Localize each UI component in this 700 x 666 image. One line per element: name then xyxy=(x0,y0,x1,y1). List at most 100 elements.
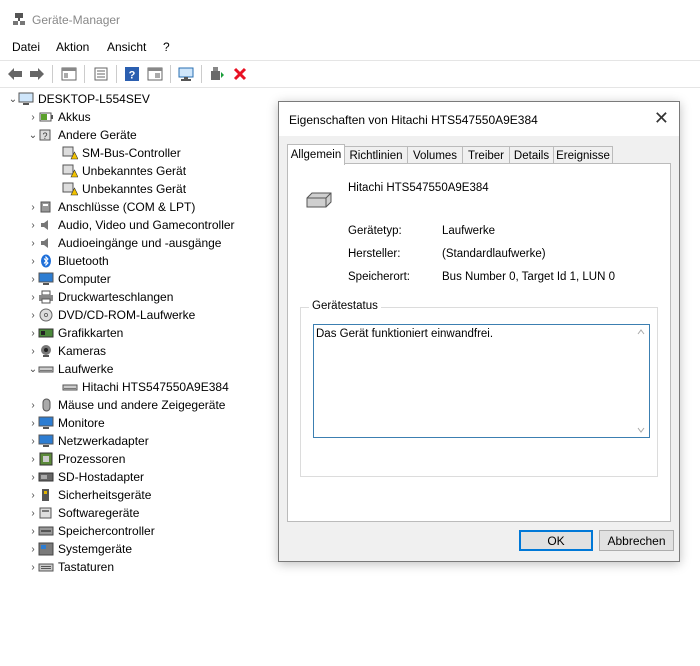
chevron-right-icon[interactable]: › xyxy=(28,490,38,501)
chevron-right-icon[interactable]: › xyxy=(28,418,38,429)
chevron-right-icon[interactable]: › xyxy=(28,436,38,447)
chevron-right-icon[interactable]: › xyxy=(28,508,38,519)
dialog-title-bar: Eigenschaften von Hitachi HTS547550A9E38… xyxy=(279,102,679,136)
prop-label-geraetetyp: Gerätetyp: xyxy=(348,225,402,237)
toolbar-separator xyxy=(52,65,53,83)
warning-device-icon xyxy=(62,164,78,178)
chevron-right-icon[interactable]: › xyxy=(28,454,38,465)
prop-value-hersteller: (Standardlaufwerke) xyxy=(442,248,546,260)
tree-item-sm-bus-controller[interactable]: SM-Bus-Controller xyxy=(62,144,181,162)
chevron-right-icon[interactable]: › xyxy=(28,544,38,555)
tree-item-monitore[interactable]: › Monitore xyxy=(28,414,104,432)
tree-item-softwaregeraete[interactable]: › Softwaregeräte xyxy=(28,504,139,522)
security-device-icon xyxy=(42,489,49,501)
toolbar-separator xyxy=(84,65,85,83)
svg-text:?: ? xyxy=(129,70,136,82)
tree-root[interactable]: ⌄ DESKTOP-L554SEV xyxy=(8,90,150,108)
tree-item-tastaturen[interactable]: › Tastaturen xyxy=(28,558,114,576)
chevron-right-icon[interactable]: › xyxy=(28,472,38,483)
status-scrollbar[interactable] xyxy=(633,325,649,437)
network-icon xyxy=(38,434,54,447)
chevron-right-icon[interactable]: › xyxy=(28,310,38,321)
tree-item-grafikkarten[interactable]: › Grafikkarten xyxy=(28,324,123,342)
tree-item-druckwarteschlangen[interactable]: › Druckwarteschlangen xyxy=(28,288,173,306)
sd-card-icon xyxy=(38,472,54,482)
tree-item-speichercontroller[interactable]: › Speichercontroller xyxy=(28,522,154,540)
monitor-icon xyxy=(38,272,54,285)
cancel-button[interactable]: Abbrechen xyxy=(599,530,674,551)
tree-item-unbekanntes-geraet[interactable]: Unbekanntes Gerät xyxy=(62,180,186,198)
chevron-right-icon[interactable]: › xyxy=(28,256,38,267)
forward-arrow-icon[interactable] xyxy=(28,65,46,83)
tree-item-sicherheitsgeraete[interactable]: › Sicherheitsgeräte xyxy=(28,486,151,504)
tab-details[interactable]: Details xyxy=(509,146,554,164)
scroll-up-icon[interactable] xyxy=(637,329,645,335)
tree-item-audio-video[interactable]: › Audio, Video und Gamecontroller xyxy=(28,216,234,234)
software-device-icon xyxy=(39,507,52,519)
chevron-down-icon[interactable]: ⌄ xyxy=(8,94,18,105)
tree-item-bluetooth[interactable]: › Bluetooth xyxy=(28,252,108,270)
tree-item-audioeingaenge[interactable]: › Audioeingänge und -ausgänge xyxy=(28,234,221,252)
tree-item-systemgeraete[interactable]: › Systemgeräte xyxy=(28,540,132,558)
tree-item-akkus[interactable]: › Akkus xyxy=(28,108,90,126)
chevron-right-icon[interactable]: › xyxy=(28,328,38,339)
warning-device-icon xyxy=(62,146,78,160)
tree-item-prozessoren[interactable]: › Prozessoren xyxy=(28,450,125,468)
tab-treiber[interactable]: Treiber xyxy=(462,146,510,164)
tree-root-label: DESKTOP-L554SEV xyxy=(38,92,150,106)
tree-item-computer[interactable]: › Computer xyxy=(28,270,110,288)
menu-ansicht[interactable]: Ansicht xyxy=(107,40,146,54)
tree-item-laufwerke[interactable]: ⌄ Laufwerke xyxy=(28,360,114,378)
console-tree-icon[interactable] xyxy=(60,65,78,83)
tab-allgemein[interactable]: Allgemein xyxy=(287,144,345,165)
disc-icon xyxy=(39,308,53,322)
tree-item-netzwerkadapter[interactable]: › Netzwerkadapter xyxy=(28,432,148,450)
chevron-right-icon[interactable]: › xyxy=(28,292,38,303)
tab-ereignisse[interactable]: Ereignisse xyxy=(553,146,613,164)
toolbar: ? xyxy=(0,60,700,88)
menu-aktion[interactable]: Aktion xyxy=(56,40,89,54)
chevron-right-icon[interactable]: › xyxy=(28,238,38,249)
title-bar: Geräte-Manager xyxy=(0,0,700,38)
tree-item-kameras[interactable]: › Kameras xyxy=(28,342,106,360)
view-icon[interactable] xyxy=(146,65,164,83)
chevron-right-icon[interactable]: › xyxy=(28,202,38,213)
chevron-right-icon[interactable]: › xyxy=(28,112,38,123)
tree-item-anschluesse[interactable]: › Anschlüsse (COM & LPT) xyxy=(28,198,195,216)
speaker-icon xyxy=(41,238,48,248)
menu-help[interactable]: ? xyxy=(163,40,170,54)
back-arrow-icon[interactable] xyxy=(6,65,24,83)
tab-volumes[interactable]: Volumes xyxy=(407,146,463,164)
chevron-right-icon[interactable]: › xyxy=(28,562,38,573)
device-status-text: Das Gerät funktioniert einwandfrei. xyxy=(316,328,494,340)
dialog-title: Eigenschaften von Hitachi HTS547550A9E38… xyxy=(289,113,538,127)
warning-device-icon xyxy=(62,182,78,196)
chevron-right-icon[interactable]: › xyxy=(28,526,38,537)
scroll-down-icon[interactable] xyxy=(637,427,645,433)
menu-datei[interactable]: Datei xyxy=(12,40,40,54)
update-driver-icon[interactable] xyxy=(208,65,226,83)
chevron-down-icon[interactable]: ⌄ xyxy=(28,130,38,141)
scan-hardware-icon[interactable] xyxy=(177,65,195,83)
prop-label-speicherort: Speicherort: xyxy=(348,271,411,283)
chevron-right-icon[interactable]: › xyxy=(28,274,38,285)
tree-item-maeuse[interactable]: › Mäuse und andere Zeigegeräte xyxy=(28,396,225,414)
tree-item-sd-hostadapter[interactable]: › SD-Hostadapter xyxy=(28,468,144,486)
properties-icon[interactable] xyxy=(92,65,110,83)
tab-richtlinien[interactable]: Richtlinien xyxy=(344,146,408,164)
tree-item-hitachi-drive[interactable]: Hitachi HTS547550A9E384 xyxy=(62,378,229,396)
delete-icon[interactable] xyxy=(231,65,249,83)
chevron-down-icon[interactable]: ⌄ xyxy=(28,364,38,375)
close-icon[interactable]: ✕ xyxy=(654,108,669,129)
ok-button[interactable]: OK xyxy=(519,530,593,551)
chevron-right-icon[interactable]: › xyxy=(28,400,38,411)
chevron-right-icon[interactable]: › xyxy=(28,220,38,231)
chevron-right-icon[interactable]: › xyxy=(28,346,38,357)
tree-item-andere-geraete[interactable]: ⌄ ? Andere Geräte xyxy=(28,126,137,144)
drive-icon xyxy=(306,192,332,208)
device-tree: ⌄ DESKTOP-L554SEV › Akkus ⌄ ? Andere Ger… xyxy=(0,88,282,578)
device-status-textbox[interactable]: Das Gerät funktioniert einwandfrei. xyxy=(313,324,650,438)
help-icon[interactable]: ? xyxy=(123,65,141,83)
tree-item-dvd-cd-rom[interactable]: › DVD/CD-ROM-Laufwerke xyxy=(28,306,195,324)
tree-item-unbekanntes-geraet[interactable]: Unbekanntes Gerät xyxy=(62,162,186,180)
